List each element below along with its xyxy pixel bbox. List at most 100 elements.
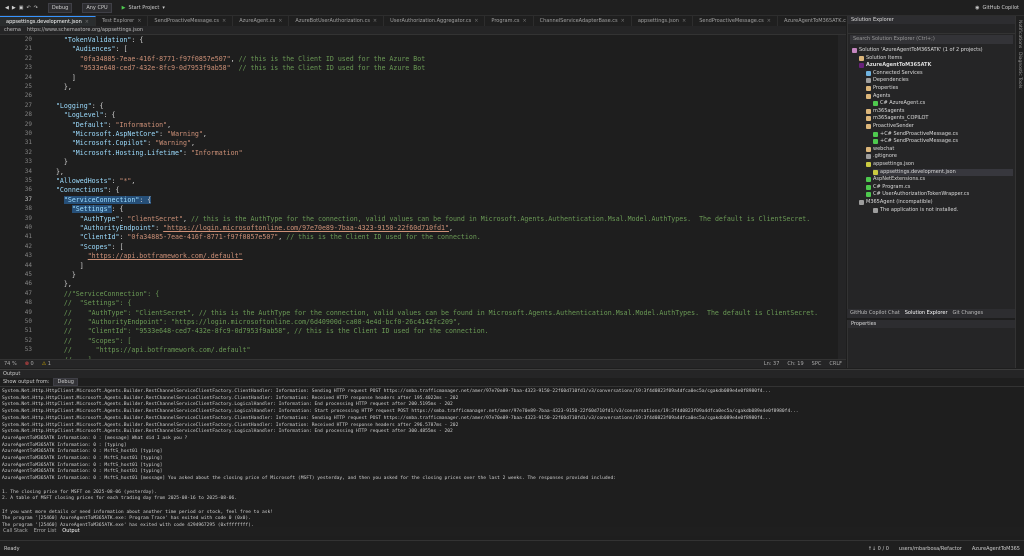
notifications-tab[interactable]: Notifications bbox=[1017, 20, 1022, 48]
code-editor[interactable]: 20 21 22 23 24 25 26 27 28 29 30 31 32 33 34 35 36 37 38 39… bbox=[0, 35, 846, 359]
tab-1[interactable]: Test Explorer × bbox=[96, 16, 149, 26]
code-token: "https://login.microsoftonline.com/97e70… bbox=[163, 224, 449, 232]
solution-tree-item[interactable]: C# AzureAgent.cs bbox=[873, 100, 1013, 107]
close-icon[interactable]: × bbox=[85, 19, 89, 25]
solution-tree-item[interactable]: Connected Services bbox=[866, 70, 1013, 77]
tab-2[interactable]: SendProactiveMessage.cs × bbox=[148, 16, 234, 26]
close-icon[interactable]: × bbox=[278, 18, 282, 24]
zoom-level[interactable]: 74 % bbox=[4, 361, 17, 367]
platform-dropdown[interactable]: Any CPU bbox=[82, 2, 112, 13]
panel-tab[interactable]: Solution Explorer bbox=[905, 310, 948, 317]
close-icon[interactable]: × bbox=[522, 18, 526, 24]
indent-mode[interactable]: SPC bbox=[812, 361, 822, 367]
diagnostic-tools-tab[interactable]: Diagnostic Tools bbox=[1017, 52, 1022, 88]
tab-7[interactable]: ChannelServiceAdapterBase.cs × bbox=[534, 16, 632, 26]
solution-tree-item[interactable]: webchat bbox=[866, 146, 1013, 153]
solution-tree-item[interactable]: appsettings.json bbox=[866, 161, 1013, 168]
solution-tree-item[interactable]: .gitignore bbox=[866, 153, 1013, 160]
tab-10[interactable]: AzureAgentToM365ATK.csproj× bbox=[778, 16, 846, 26]
solution-tree-item[interactable]: The application is not installed. bbox=[873, 207, 1013, 214]
schema-label: chema bbox=[4, 27, 21, 33]
solution-tree-item[interactable]: m365agents bbox=[866, 108, 1013, 115]
solution-tree-item[interactable]: ProactiveSender bbox=[866, 123, 1013, 130]
close-icon[interactable]: × bbox=[621, 18, 625, 24]
git-branch[interactable]: users/mbarbosa/Refactor bbox=[899, 546, 962, 552]
tab-0[interactable]: appsettings.development.json × bbox=[0, 16, 96, 26]
solution-tree-item[interactable]: m365agents_COPILOT bbox=[866, 115, 1013, 122]
code-token: : { bbox=[103, 111, 116, 120]
code-line: "0fa34885-7eae-416f-8771-f97f0857e507", … bbox=[48, 55, 425, 64]
git-sync-status[interactable]: ↑↓ 0 / 0 bbox=[868, 546, 889, 552]
line-number: 48 bbox=[24, 299, 32, 307]
solution-tree-item[interactable]: C# Program.cs bbox=[866, 184, 1013, 191]
solution-tree-item[interactable]: M365Agent (incompatible) bbox=[859, 199, 1013, 206]
solution-tree-item[interactable]: appsettings.development.json bbox=[873, 168, 1013, 176]
solution-tree-item[interactable]: Properties bbox=[866, 85, 1013, 92]
code-token: , bbox=[230, 54, 239, 63]
tab-5[interactable]: UserAuthorization.Aggregator.cs × bbox=[384, 16, 486, 26]
line-number: 24 bbox=[24, 73, 32, 81]
solution-tree-item[interactable]: +C# SendProactiveMessage.cs bbox=[873, 138, 1013, 145]
code-line: "9533e648-ced7-432e-8fc9-0d7953f9ab58" /… bbox=[48, 64, 425, 73]
forward-icon[interactable]: ▶ bbox=[12, 5, 16, 11]
configuration-dropdown[interactable]: Debug bbox=[47, 2, 73, 13]
undo-icon[interactable]: ↶ bbox=[26, 5, 30, 11]
close-icon[interactable]: × bbox=[474, 18, 478, 24]
save-icon[interactable]: ▣ bbox=[19, 5, 24, 11]
solution-tree-item[interactable]: C# UserAuthorizationTokenWrapper.cs bbox=[866, 191, 1013, 198]
back-icon[interactable]: ◀ bbox=[5, 5, 9, 11]
output-line: AzureAgentToM365ATK Information: 0 : [me… bbox=[2, 435, 188, 441]
error-count[interactable]: ⊗ 0 bbox=[25, 361, 34, 367]
panel-tab[interactable]: Git Changes bbox=[953, 310, 984, 317]
schema-bar: chema https://www.schemastore.org/appset… bbox=[0, 26, 846, 35]
code-token: , bbox=[183, 214, 191, 223]
solution-tree-item[interactable]: +C# SendProactiveMessage.cs bbox=[873, 131, 1013, 138]
close-icon[interactable]: × bbox=[767, 18, 771, 24]
close-icon[interactable]: × bbox=[222, 18, 226, 24]
redo-icon[interactable]: ↷ bbox=[34, 5, 38, 11]
file-icon bbox=[873, 101, 878, 107]
solution-tree-item[interactable]: Solution 'AzureAgentToM365ATK' (1 of 2 p… bbox=[852, 47, 1013, 54]
tab-6[interactable]: Program.cs × bbox=[485, 16, 534, 26]
tab-3[interactable]: AzureAgent.cs × bbox=[233, 16, 290, 26]
code-token: // this is the Client ID used for the Az… bbox=[238, 54, 426, 63]
close-icon[interactable]: × bbox=[373, 18, 377, 24]
solution-tree-item[interactable]: Solution Items bbox=[859, 55, 1013, 62]
file-icon bbox=[859, 55, 864, 61]
bottom-tab[interactable]: Error List bbox=[34, 528, 57, 535]
code-line: // "ClientId": "9533e648-ced7-432e-8fc9-… bbox=[48, 327, 489, 336]
panel-tab[interactable]: GitHub Copilot Chat bbox=[850, 310, 900, 317]
bottom-tab[interactable]: Output bbox=[62, 528, 79, 535]
solution-tree-item[interactable]: AspNetExtensions.cs bbox=[866, 176, 1013, 183]
code-token: // "AuthorityEndpoint": "https://login.m… bbox=[63, 318, 461, 326]
copilot-icon: ◉ bbox=[975, 4, 980, 11]
bottom-tab[interactable]: Call Stack bbox=[3, 528, 28, 535]
schema-dropdown[interactable]: https://www.schemastore.org/appsettings.… bbox=[27, 27, 143, 33]
code-area[interactable]: "TokenValidation": { "Audiences": [ "0fa… bbox=[48, 35, 838, 359]
tab-9[interactable]: SendProactiveMessage.cs × bbox=[693, 16, 778, 26]
solution-explorer-toolbar[interactable] bbox=[848, 24, 1015, 34]
close-icon[interactable]: × bbox=[682, 18, 686, 24]
code-token: : { bbox=[91, 101, 104, 110]
solution-tree-item[interactable]: AzureAgentToM365ATK bbox=[859, 62, 1013, 69]
solution-tree-item[interactable]: Dependencies bbox=[866, 77, 1013, 84]
output-line: AzureAgentToM365ATK Information: 0 : Msf… bbox=[2, 476, 616, 482]
solution-tree-item[interactable]: Agents bbox=[866, 93, 1013, 100]
code-token: "ServiceConnection" bbox=[63, 195, 140, 204]
output-source-dropdown[interactable]: Debug bbox=[53, 378, 78, 386]
code-token: "Information" bbox=[190, 148, 243, 157]
start-button[interactable]: ▶ Start Project ▾ bbox=[117, 5, 170, 11]
bottom-panel-tabs: Call Stack Error List Output bbox=[0, 527, 1024, 536]
vertical-scrollbar[interactable] bbox=[838, 35, 846, 359]
tab-8[interactable]: appsettings.json × bbox=[632, 16, 694, 26]
tab-4[interactable]: AzureBotUserAuthorization.cs × bbox=[289, 16, 385, 26]
project-name[interactable]: AzureAgentToM365 bbox=[972, 546, 1020, 552]
line-ending[interactable]: CRLF bbox=[829, 361, 842, 367]
status-bar: Ready ↑↓ 0 / 0 users/mbarbosa/Refactor A… bbox=[0, 540, 1024, 556]
warning-count[interactable]: ⚠ 1 bbox=[42, 361, 51, 367]
close-icon[interactable]: × bbox=[137, 18, 141, 24]
copilot-button[interactable]: ◉ GitHub Copilot bbox=[970, 5, 1024, 11]
solution-search-input[interactable]: Search Solution Explorer (Ctrl+;) bbox=[850, 35, 1013, 44]
start-label: Start Project bbox=[128, 4, 160, 11]
